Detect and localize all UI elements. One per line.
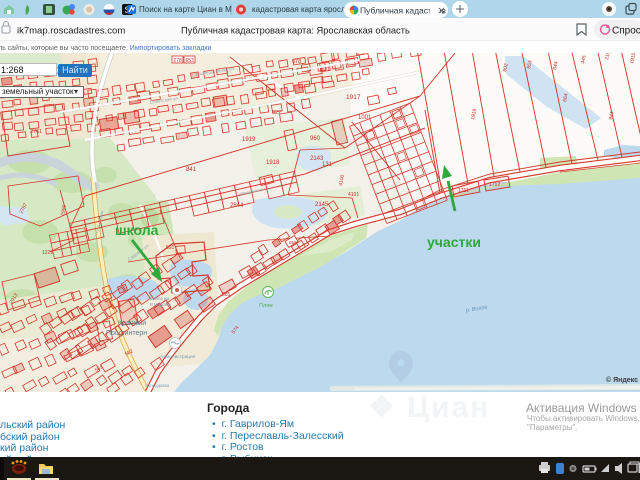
svg-text:Школа им.: Школа им. xyxy=(150,296,170,301)
svg-text:4101: 4101 xyxy=(348,192,359,198)
svg-text:591: 591 xyxy=(166,245,175,251)
svg-text:822: 822 xyxy=(272,110,281,116)
svg-text:Красный: Красный xyxy=(118,319,146,327)
svg-text:960: 960 xyxy=(310,136,321,142)
svg-text:Администрация: Администрация xyxy=(160,354,196,360)
svg-text:2844: 2844 xyxy=(230,203,244,209)
svg-text:Профинтерн: Профинтерн xyxy=(106,330,147,337)
svg-text:1711: 1711 xyxy=(458,188,469,194)
svg-text:841: 841 xyxy=(186,167,197,173)
svg-text:1712: 1712 xyxy=(489,182,500,188)
svg-text:1001: 1001 xyxy=(358,115,372,121)
svg-text:801: 801 xyxy=(320,67,331,73)
svg-text:2761: 2761 xyxy=(30,129,42,135)
svg-text:1919: 1919 xyxy=(242,137,256,143)
svg-text:1918: 1918 xyxy=(266,160,280,166)
svg-text:школа: школа xyxy=(115,222,159,238)
svg-text:© Яндекс: © Яндекс xyxy=(606,376,638,384)
svg-text:559: 559 xyxy=(289,240,297,245)
svg-text:Публичная кадастровая карта: Я: Публичная кадастровая карта: Ярославская… xyxy=(181,26,410,36)
svg-text:В.Маркова: В.Маркова xyxy=(150,302,172,307)
svg-text:Запрудовка: Запрудовка xyxy=(145,383,170,388)
svg-text:131: 131 xyxy=(322,162,333,168)
svg-text:1229: 1229 xyxy=(42,250,53,256)
svg-text:585: 585 xyxy=(222,292,231,298)
svg-text:ik7map.roscadastres.com: ik7map.roscadastres.com xyxy=(17,26,125,37)
svg-text:2143: 2143 xyxy=(310,156,324,162)
svg-text:Пляж: Пляж xyxy=(259,303,273,309)
svg-text:2145: 2145 xyxy=(315,202,329,208)
svg-text:678: 678 xyxy=(292,59,301,65)
svg-text:Спросить: Спросить xyxy=(612,26,640,37)
svg-text:участки: участки xyxy=(427,234,481,250)
svg-text:1917: 1917 xyxy=(346,94,361,101)
svg-text:278: 278 xyxy=(174,58,183,64)
svg-text:653: 653 xyxy=(186,58,195,64)
